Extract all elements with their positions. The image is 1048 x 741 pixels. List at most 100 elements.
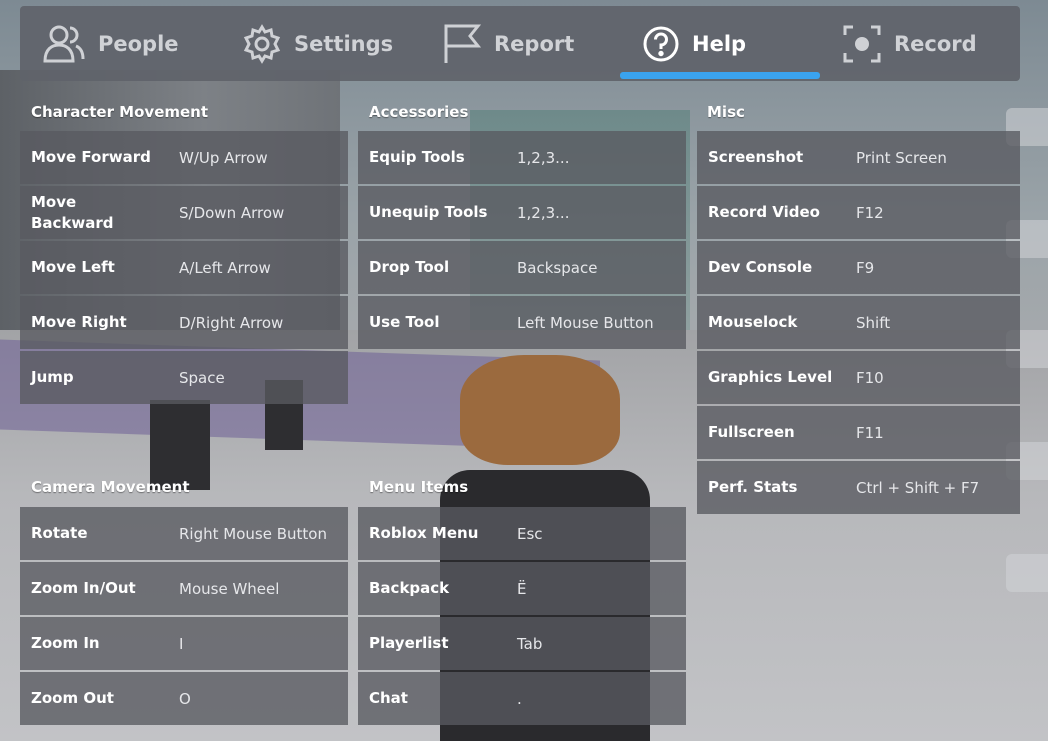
section-title-accessories: Accessories — [369, 103, 469, 121]
keybind-row: Unequip Tools 1,2,3... — [358, 186, 686, 239]
keybind-row: Chat. — [358, 672, 686, 725]
key-label: . — [517, 689, 522, 708]
background-tile — [1006, 554, 1048, 592]
action-label: Dev Console — [708, 258, 813, 276]
keybind-row: Screenshot Print Screen — [697, 131, 1020, 184]
keybind-row: Zoom In/Out Mouse Wheel — [20, 562, 348, 615]
action-label: Fullscreen — [708, 423, 795, 441]
character-movement-list: Move Forward W/Up Arrow Move Backward S/Do… — [20, 131, 348, 406]
question-icon — [642, 25, 680, 63]
key-label: Tab — [517, 634, 543, 653]
keybind-row: Use Tool Left Mouse Button — [358, 296, 686, 349]
key-label: D/Right Arrow — [179, 313, 284, 332]
key-label: W/Up Arrow — [179, 148, 268, 167]
active-tab-indicator — [620, 72, 820, 79]
action-label: Drop Tool — [369, 258, 450, 276]
key-label: Mouse Wheel — [179, 579, 280, 598]
action-label: Roblox Menu — [369, 524, 479, 542]
action-label: Record Video — [708, 203, 820, 221]
key-label: 1,2,3... — [517, 203, 570, 222]
key-label: 1,2,3... — [517, 148, 570, 167]
key-label: Shift — [856, 313, 891, 332]
action-label: Playerlist — [369, 634, 449, 652]
camera-movement-list: Rotate Right Mouse Button Zoom In/Out Mous… — [20, 507, 348, 727]
keybind-row: Roblox Menu Esc — [358, 507, 686, 560]
record-icon — [842, 24, 882, 64]
action-label: Zoom In — [31, 634, 100, 652]
key-label: S/Down Arrow — [179, 203, 285, 222]
key-label: F12 — [856, 203, 884, 222]
action-label: Use Tool — [369, 313, 440, 331]
action-label: Zoom In/Out — [31, 579, 136, 597]
keybind-row: Perf. Stats Ctrl + Shift + F7 — [697, 461, 1020, 514]
misc-list: Screenshot Print Screen Record Video F12 D… — [697, 131, 1020, 516]
key-label: F9 — [856, 258, 875, 277]
flag-icon — [442, 23, 482, 65]
action-label: Zoom Out — [31, 689, 114, 707]
key-label: O — [179, 689, 191, 708]
key-label: Ë — [517, 579, 527, 598]
tab-settings[interactable]: Settings — [242, 6, 393, 85]
key-label: I — [179, 634, 184, 653]
action-label: Backpack — [369, 579, 450, 597]
key-label: Backspace — [517, 258, 598, 277]
section-title-misc: Misc — [707, 103, 745, 121]
action-label: Screenshot — [708, 148, 804, 166]
tab-label: Report — [494, 31, 575, 56]
action-label: Move Left — [31, 258, 115, 276]
action-label: Unequip Tools — [369, 203, 488, 221]
action-label: Equip Tools — [369, 148, 465, 166]
key-label: Esc — [517, 524, 543, 543]
key-label: Right Mouse Button — [179, 524, 327, 543]
key-label: Ctrl + Shift + F7 — [856, 478, 980, 497]
tab-record[interactable]: Record — [842, 6, 977, 85]
keybind-row: Backpack Ë — [358, 562, 686, 615]
accessories-list: Equip Tools 1,2,3... Unequip Tools 1,2,3..… — [358, 131, 686, 351]
background-pillar — [150, 400, 210, 490]
action-label: Move Backward — [31, 192, 114, 232]
key-label: F10 — [856, 368, 884, 387]
key-label: F11 — [856, 423, 884, 442]
keybind-row: Equip Tools 1,2,3... — [358, 131, 686, 184]
action-label: Rotate — [31, 524, 88, 542]
menu-tab-bar: People Settings Report Help Record — [20, 6, 1020, 81]
section-title-menu-items: Menu Items — [369, 478, 469, 496]
tab-label: Help — [692, 31, 747, 56]
key-label: Print Screen — [856, 148, 947, 167]
keybind-row: Record Video F12 — [697, 186, 1020, 239]
keybind-row: Zoom Out O — [20, 672, 348, 725]
key-label: Left Mouse Button — [517, 313, 654, 332]
keybind-row: Move Forward W/Up Arrow — [20, 131, 348, 184]
tab-label: People — [98, 31, 179, 56]
tab-people[interactable]: People — [40, 6, 179, 85]
menu-items-list: Roblox Menu Esc Backpack Ë Playerlist Tab C… — [358, 507, 686, 727]
keybind-row: Dev Console F9 — [697, 241, 1020, 294]
action-label: Graphics Level — [708, 368, 833, 386]
keybind-row: Zoom In I — [20, 617, 348, 670]
action-label: Move Right — [31, 313, 127, 331]
gear-icon — [242, 23, 282, 64]
keybind-row: Fullscreen F11 — [697, 406, 1020, 459]
keybind-row: Move Backward S/Down Arrow — [20, 186, 348, 239]
action-label: Move Forward — [31, 148, 151, 166]
keybind-row: Move Right D/Right Arrow — [20, 296, 348, 349]
action-label: Mouselock — [708, 313, 798, 331]
tab-label: Settings — [294, 31, 394, 56]
avatar-hair — [460, 355, 620, 465]
section-title-character-movement: Character Movement — [31, 103, 209, 121]
tab-report[interactable]: Report — [442, 6, 574, 85]
key-label: A/Left Arrow — [179, 258, 271, 277]
section-title-camera-movement: Camera Movement — [31, 478, 190, 496]
keybind-row: Move Left A/Left Arrow — [20, 241, 348, 294]
action-label: Chat — [369, 689, 408, 707]
keybind-row: Mouselock Shift — [697, 296, 1020, 349]
keybind-row: Drop Tool Backspace — [358, 241, 686, 294]
people-icon — [40, 21, 86, 67]
tab-label: Record — [894, 31, 977, 56]
keybind-row: Graphics Level F10 — [697, 351, 1020, 404]
action-label: Perf. Stats — [708, 478, 798, 496]
keybind-row: Rotate Right Mouse Button — [20, 507, 348, 560]
action-label: Jump — [31, 368, 74, 386]
keybind-row: Jump Space — [20, 351, 348, 404]
key-label: Space — [179, 368, 225, 387]
